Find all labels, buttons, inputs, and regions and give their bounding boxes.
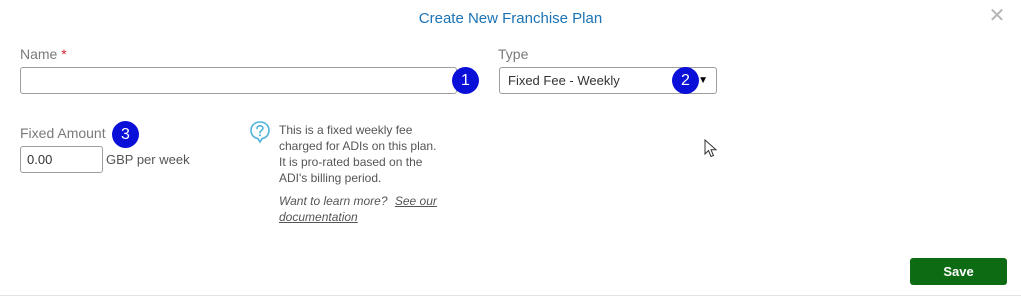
mouse-cursor-icon <box>704 139 718 158</box>
fixed-amount-input[interactable] <box>20 146 103 173</box>
modal-title: Create New Franchise Plan <box>418 10 603 27</box>
type-label: Type <box>498 46 529 62</box>
question-bubble-icon <box>250 121 270 144</box>
fixed-amount-label: Fixed Amount <box>20 125 106 141</box>
annotation-badge-1: 1 <box>452 67 479 94</box>
type-selected-value: Fixed Fee - Weekly <box>508 73 620 88</box>
unit-label: GBP per week <box>106 152 190 167</box>
save-button[interactable]: Save <box>910 258 1007 285</box>
info-help-text: This is a fixed weekly fee charged for A… <box>279 122 479 225</box>
info-line: ADI's billing period. <box>279 171 382 185</box>
annotation-badge-3: 3 <box>112 121 139 148</box>
info-line: It is pro-rated based on the <box>279 155 423 169</box>
close-icon[interactable]: ✕ <box>987 6 1007 26</box>
name-input[interactable] <box>20 67 457 94</box>
learn-more-line: Want to learn more? See our <box>279 193 479 209</box>
annotation-badge-2: 2 <box>672 67 699 94</box>
learn-more-prefix: Want to learn more? <box>279 194 388 208</box>
documentation-line: documentation <box>279 209 479 225</box>
name-label-text: Name <box>20 46 58 62</box>
name-label: Name * <box>20 46 67 62</box>
documentation-link[interactable]: documentation <box>279 210 358 224</box>
chevron-down-icon: ▼ <box>698 75 708 86</box>
see-our-link[interactable]: See our <box>395 194 437 208</box>
info-line: charged for ADIs on this plan. <box>279 139 437 153</box>
info-line: This is a fixed weekly fee <box>279 123 413 137</box>
required-marker: * <box>61 46 67 62</box>
